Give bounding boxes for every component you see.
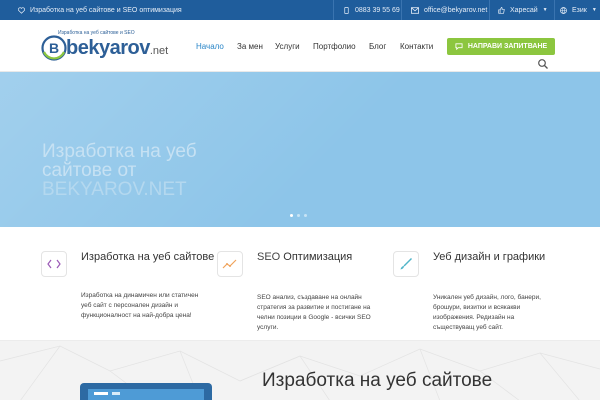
service-icon-box <box>41 251 67 277</box>
heart-icon <box>18 6 25 14</box>
email-address: office@bekyarov.net <box>424 6 488 14</box>
inquiry-button-label: НАПРАВИ ЗАПИТВАНЕ <box>467 43 548 50</box>
service-title-prefix: SEO <box>257 251 281 263</box>
language-label: Език <box>572 6 587 14</box>
chevron-down-icon: ▼ <box>591 7 597 13</box>
top-tagline: Изработка на уеб сайтове и SEO оптимизац… <box>18 0 182 20</box>
email-link[interactable]: office@bekyarov.net <box>411 0 487 20</box>
laptop-illustration <box>80 383 212 400</box>
service-icon-box <box>393 251 419 277</box>
logo-suffix: .net <box>149 45 169 57</box>
chat-icon <box>455 43 463 50</box>
chart-icon <box>222 259 237 269</box>
like-dropdown[interactable]: Харесай ▼ <box>498 0 548 20</box>
services-section: Изработка на уеб сайтове Изработка на ди… <box>0 227 600 340</box>
hero-title-line1: Изработка на уеб <box>42 141 197 162</box>
service-title: SEO Оптимизация <box>257 251 397 264</box>
service-design: Уеб дизайн и графики Уникален уеб дизайн… <box>393 247 568 337</box>
divider <box>333 0 334 20</box>
logo-mark-icon: B <box>41 35 67 61</box>
code-icon <box>47 259 61 269</box>
phone-link[interactable]: 0883 39 55 69 <box>343 0 400 20</box>
screen-bar <box>112 392 120 395</box>
divider <box>489 0 490 20</box>
service-icon-box <box>217 251 243 277</box>
logo-tagline: Изработка на уеб сайтове и SEO <box>58 30 135 36</box>
logo-name: bekyarov <box>66 37 150 59</box>
service-text: SEO анализ, създаване на онлайн стратеги… <box>257 294 371 331</box>
service-text: Изработка на динамичен или статичен уеб … <box>81 292 199 319</box>
logo-wordmark: bekyarov.net <box>66 37 168 60</box>
globe-icon <box>560 6 567 14</box>
thumbs-up-icon <box>498 6 505 14</box>
hero-title-brand: BEKYAROV.NET <box>42 179 187 200</box>
service-text: Уникален уеб дизайн, лого, банери, брошу… <box>433 294 541 331</box>
divider <box>554 0 555 20</box>
search-icon[interactable] <box>537 58 549 70</box>
phone-icon <box>344 6 349 14</box>
hero-slider[interactable]: Изработка на уеб сайтове от BEKYAROV.NET <box>0 72 600 227</box>
language-dropdown[interactable]: Език ▼ <box>560 0 597 20</box>
divider <box>401 0 402 20</box>
slider-dot[interactable] <box>290 214 293 217</box>
phone-number: 0883 39 55 69 <box>355 6 400 14</box>
top-bar: Изработка на уеб сайтове и SEO оптимизац… <box>0 0 600 20</box>
brush-icon <box>400 258 412 270</box>
inquiry-button[interactable]: НАПРАВИ ЗАПИТВАНЕ <box>447 38 555 55</box>
like-label: Харесай <box>510 6 538 14</box>
nav-item-contacts[interactable]: Контакти <box>400 36 433 56</box>
service-title: Изработка на уеб сайтове <box>81 251 215 263</box>
nav-item-about[interactable]: За мен <box>237 36 263 56</box>
service-title-main: Оптимизация <box>283 251 353 263</box>
nav-item-home[interactable]: Начало <box>196 36 224 56</box>
service-seo: SEO Оптимизация SEO анализ, създаване на… <box>217 247 392 337</box>
svg-text:B: B <box>49 40 59 56</box>
section-title: Изработка на уеб сайтове <box>262 370 493 391</box>
hero-title-from: от <box>117 160 137 181</box>
hero-title-line2: сайтове <box>42 160 113 181</box>
slider-dot[interactable] <box>304 214 307 217</box>
slider-dots <box>290 214 307 218</box>
nav-item-portfolio[interactable]: Портфолио <box>313 36 356 56</box>
hero-title: Изработка на уеб сайтове от BEKYAROV.NET <box>42 142 262 199</box>
top-tagline-text: Изработка на уеб сайтове и SEO оптимизац… <box>30 6 182 14</box>
slider-dot[interactable] <box>297 214 300 217</box>
screen-bar <box>94 392 108 395</box>
service-web-development: Изработка на уеб сайтове Изработка на ди… <box>41 247 216 337</box>
nav-item-services[interactable]: Услуги <box>275 36 300 56</box>
chevron-down-icon: ▼ <box>542 7 548 13</box>
service-title: Уеб дизайн и графики <box>433 251 546 263</box>
mail-icon <box>411 6 419 14</box>
nav-item-blog[interactable]: Блог <box>369 36 386 56</box>
site-logo[interactable]: B Изработка на уеб сайтове и SEO bekyaro… <box>38 27 168 67</box>
